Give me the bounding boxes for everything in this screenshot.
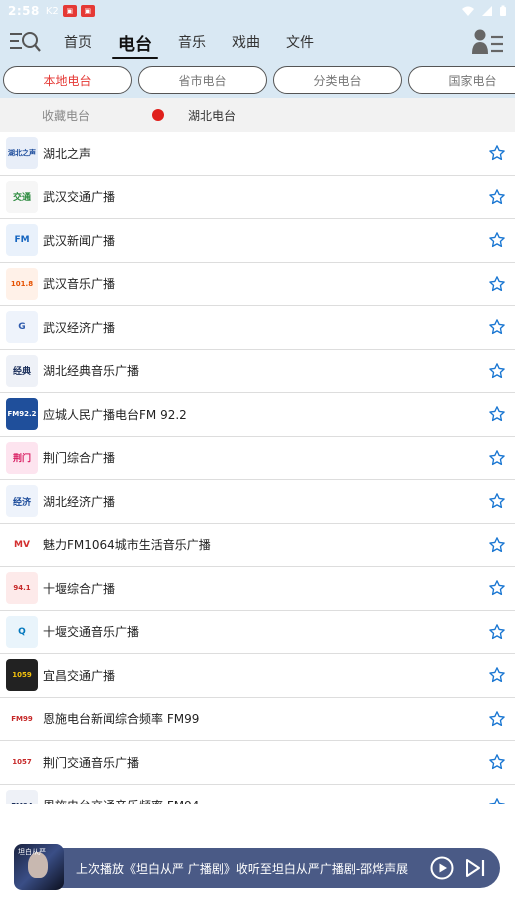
station-row[interactable]: 94.1 十堰综合广播 — [0, 567, 515, 611]
station-name: 湖北经典音乐广播 — [43, 364, 140, 379]
status-bar: 2:58 K2 ▣ ▣ — [0, 0, 515, 22]
favorite-star-icon[interactable] — [488, 275, 506, 293]
tab-national-radio[interactable]: 国家电台 — [408, 66, 515, 94]
favorite-star-icon[interactable] — [488, 449, 506, 467]
station-logo: 经典 — [6, 354, 38, 387]
station-name: 宜昌交通广播 — [43, 668, 116, 683]
tab-home[interactable]: 首页 — [58, 22, 98, 62]
station-row[interactable]: MV 魅力FM1064城市生活音乐广播 — [0, 524, 515, 567]
station-name: 湖北经济广播 — [43, 494, 116, 509]
province-selector[interactable]: 湖北电台 — [188, 107, 236, 124]
station-logo: 94.1 — [6, 572, 38, 605]
next-track-icon[interactable] — [464, 856, 486, 880]
station-name: 恩施电台交通音乐频率 FM94 — [43, 797, 199, 804]
station-row[interactable]: 湖北之声 湖北之声 — [0, 132, 515, 176]
station-row[interactable]: Q 十堰交通音乐广播 — [0, 611, 515, 654]
station-row[interactable]: 经济 湖北经济广播 — [0, 480, 515, 524]
station-logo: 1059 — [6, 659, 38, 692]
now-playing-text: 上次播放《坦白从严 广播剧》收听至坦白从严广播剧-邵烨声展 — [76, 861, 409, 876]
station-logo: 交通 — [6, 180, 38, 213]
favorite-star-icon[interactable] — [488, 318, 506, 336]
favorite-star-icon[interactable] — [488, 536, 506, 554]
favorite-star-icon[interactable] — [488, 753, 506, 771]
station-row[interactable]: 101.8 武汉音乐广播 — [0, 263, 515, 306]
user-list-icon — [472, 29, 503, 54]
station-logo: 1057 — [6, 746, 38, 779]
battery-icon — [500, 5, 506, 16]
station-logo: FM99 — [6, 702, 38, 735]
selected-indicator-dot — [152, 109, 165, 121]
station-row[interactable]: FM94 恩施电台交通音乐频率 FM94 — [0, 785, 515, 804]
station-logo: 经济 — [6, 485, 38, 518]
user-profile-button[interactable] — [471, 25, 505, 59]
station-logo: 荆门 — [6, 441, 38, 474]
play-icon[interactable] — [430, 856, 454, 880]
favorite-star-icon[interactable] — [488, 144, 506, 162]
station-row[interactable]: 交通 武汉交通广播 — [0, 176, 515, 219]
station-name: 湖北之声 — [43, 146, 92, 161]
station-logo: MV — [6, 528, 38, 561]
tab-province-radio[interactable]: 省市电台 — [138, 66, 267, 94]
notification-icon: ▣ — [80, 5, 95, 17]
favorite-star-icon[interactable] — [488, 188, 506, 206]
station-row[interactable]: 1057 荆门交通音乐广播 — [0, 741, 515, 785]
station-name: 十堰综合广播 — [43, 581, 116, 596]
tab-opera[interactable]: 戏曲 — [226, 22, 266, 62]
station-name: 应城人民广播电台FM 92.2 — [43, 407, 187, 422]
station-name: 恩施电台新闻综合频率 FM99 — [43, 712, 200, 727]
station-row[interactable]: G 武汉经济广播 — [0, 306, 515, 350]
bottom-edge — [0, 912, 515, 916]
wifi-icon — [462, 6, 474, 16]
tab-radio[interactable]: 电台 — [112, 22, 158, 62]
category-tabs: 本地电台 省市电台 分类电台 国家电台 — [0, 62, 515, 98]
station-name: 魅力FM1064城市生活音乐广播 — [43, 538, 211, 553]
station-name: 荆门交通音乐广播 — [43, 755, 140, 770]
tab-files[interactable]: 文件 — [280, 22, 320, 62]
tab-music[interactable]: 音乐 — [172, 22, 212, 62]
station-logo: FM — [6, 224, 38, 257]
filter-row: 收藏电台 湖北电台 — [0, 98, 515, 132]
favorite-star-icon[interactable] — [488, 623, 506, 641]
favorite-star-icon[interactable] — [488, 231, 506, 249]
favorite-star-icon[interactable] — [488, 579, 506, 597]
station-name: 十堰交通音乐广播 — [43, 625, 140, 640]
station-row[interactable]: FM99 恩施电台新闻综合频率 FM99 — [0, 698, 515, 741]
album-cover[interactable]: 坦白从严 — [14, 844, 64, 890]
station-logo: FM94 — [6, 789, 38, 804]
station-row[interactable]: 经典 湖北经典音乐广播 — [0, 350, 515, 393]
station-logo: Q — [6, 615, 38, 648]
menu-search-button[interactable] — [6, 27, 44, 57]
station-name: 武汉音乐广播 — [43, 277, 116, 292]
status-time: 2:58 — [8, 4, 40, 18]
station-logo: 101.8 — [6, 267, 38, 300]
favorites-link[interactable]: 收藏电台 — [42, 107, 90, 124]
station-row[interactable]: FM 武汉新闻广播 — [0, 219, 515, 263]
favorite-star-icon[interactable] — [488, 797, 506, 804]
tab-category-radio[interactable]: 分类电台 — [273, 66, 402, 94]
favorite-star-icon[interactable] — [488, 492, 506, 510]
status-indicator: K2 — [45, 5, 59, 17]
notification-icon: ▣ — [62, 5, 77, 17]
station-row[interactable]: 荆门 荆门综合广播 — [0, 437, 515, 480]
station-name: 武汉经济广播 — [43, 320, 116, 335]
station-row[interactable]: FM92.2 应城人民广播电台FM 92.2 — [0, 393, 515, 437]
signal-icon — [482, 6, 492, 16]
station-logo: G — [6, 311, 38, 344]
favorite-star-icon[interactable] — [488, 405, 506, 423]
station-name: 荆门综合广播 — [43, 451, 116, 466]
station-row[interactable]: 1059 宜昌交通广播 — [0, 654, 515, 698]
station-name: 武汉新闻广播 — [43, 233, 116, 248]
station-name: 武汉交通广播 — [43, 190, 116, 205]
cover-caption: 坦白从严 — [18, 848, 46, 856]
station-logo: 湖北之声 — [6, 137, 38, 170]
top-navigation: 首页 电台 音乐 戏曲 文件 — [0, 22, 515, 62]
favorite-star-icon[interactable] — [488, 362, 506, 380]
favorite-star-icon[interactable] — [488, 666, 506, 684]
station-list: 湖北之声 湖北之声 交通 武汉交通广播 FM 武汉新闻广播 101.8 武汉音乐广播 G 武汉经济… — [0, 132, 515, 804]
favorite-star-icon[interactable] — [488, 710, 506, 728]
station-logo: FM92.2 — [6, 398, 38, 431]
menu-search-icon — [10, 32, 41, 52]
mini-player[interactable]: 坦白从严 上次播放《坦白从严 广播剧》收听至坦白从严广播剧-邵烨声展 — [14, 844, 500, 890]
tab-local-radio[interactable]: 本地电台 — [3, 66, 132, 94]
